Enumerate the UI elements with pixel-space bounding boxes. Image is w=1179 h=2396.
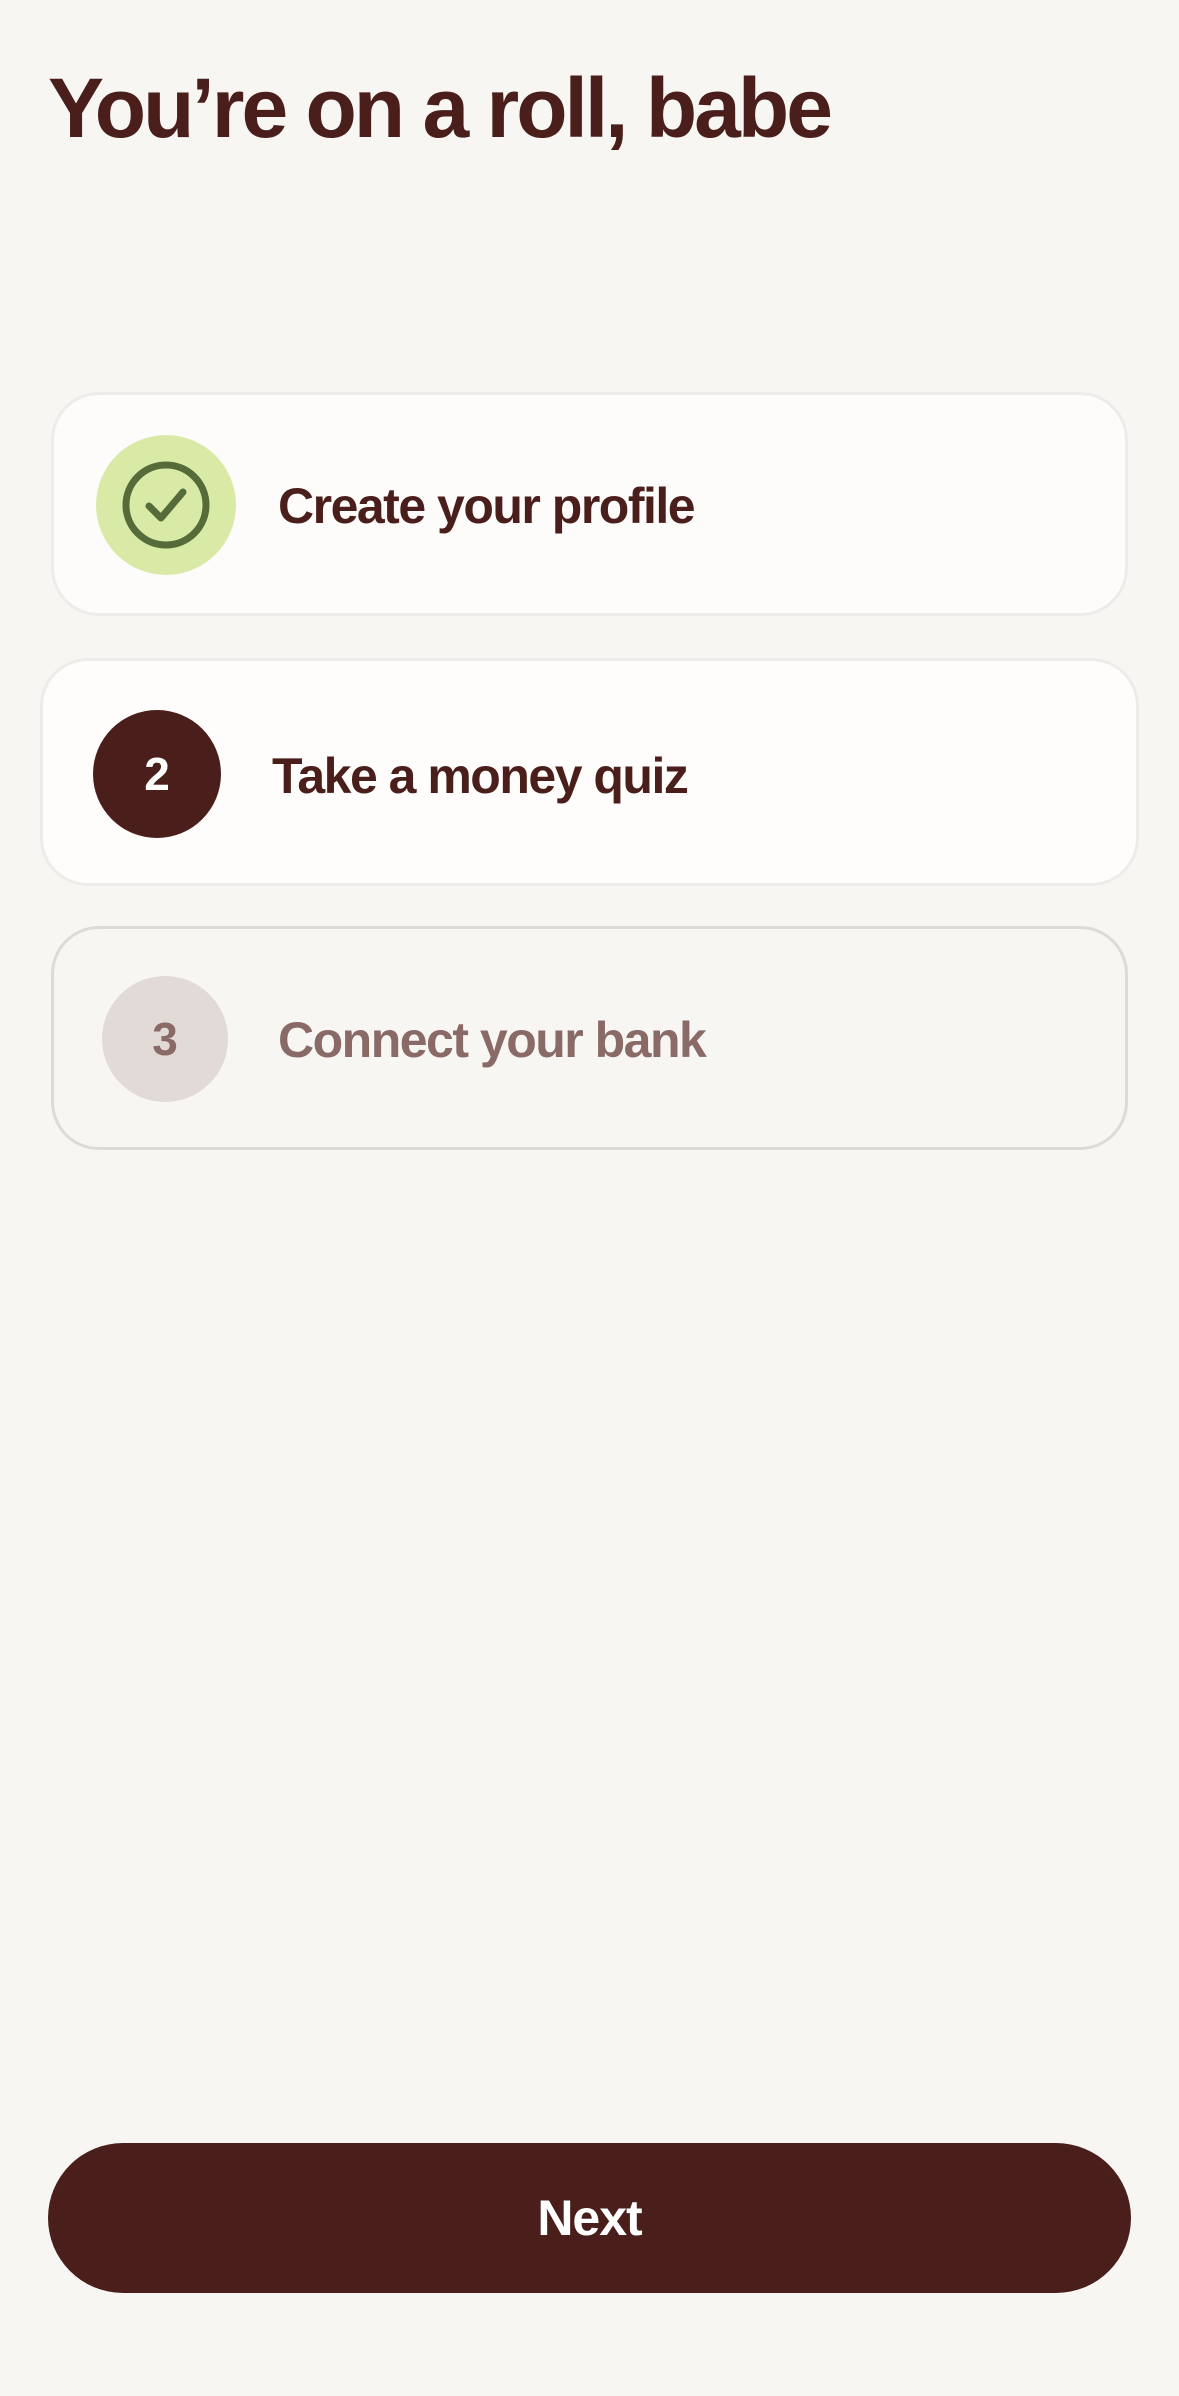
step-connect-bank: 3 Connect your bank — [51, 926, 1128, 1150]
step-number-badge: 2 — [93, 710, 221, 838]
page-title: You’re on a roll, babe — [48, 61, 833, 155]
step-status-circle — [96, 435, 236, 575]
step-label: Create your profile — [278, 478, 696, 534]
step-label: Take a money quiz — [272, 748, 689, 804]
check-circle-icon — [122, 461, 210, 549]
step-create-profile[interactable]: Create your profile — [51, 392, 1128, 616]
step-number-badge: 3 — [102, 976, 228, 1102]
step-label: Connect your bank — [278, 1012, 707, 1068]
step-money-quiz[interactable]: 2 Take a money quiz — [40, 658, 1139, 886]
next-button[interactable]: Next — [48, 2143, 1131, 2293]
